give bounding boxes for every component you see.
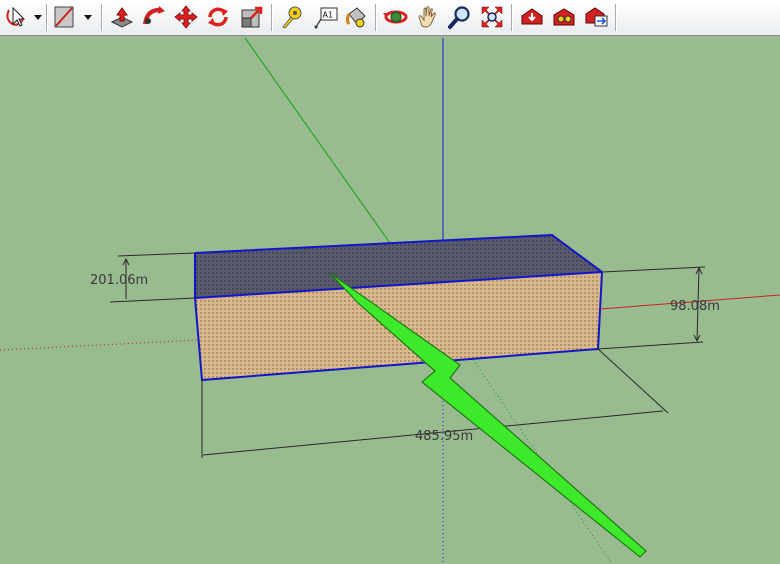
move-tool-button[interactable] (172, 3, 200, 31)
scale-icon (239, 4, 265, 30)
text-tool-label: A1 (323, 11, 334, 20)
viewport-canvas[interactable]: 201.06m 98.08m 485.95m (0, 36, 780, 564)
tape-measure-tool-button[interactable] (278, 3, 306, 31)
green-axis-dotted (461, 342, 613, 564)
red-axis-dotted (0, 339, 201, 351)
rectangle-eraser-icon (52, 4, 98, 30)
rotate-icon (205, 4, 231, 30)
zoom-extents-tool-button[interactable] (478, 3, 506, 31)
warehouse-icon (519, 4, 545, 30)
hand-icon (415, 4, 441, 30)
scale-tool-button[interactable] (238, 3, 266, 31)
magnifier-icon (447, 4, 473, 30)
follow-me-tool-button[interactable] (140, 3, 168, 31)
dimension-length-label[interactable]: 485.95m (415, 429, 473, 444)
push-pull-tool-button[interactable] (108, 3, 136, 31)
zoom-tool-button[interactable] (446, 3, 474, 31)
green-axis-solid (244, 37, 393, 247)
paint-bucket-icon (343, 4, 369, 30)
share-model-icon (583, 4, 609, 30)
modeling-viewport[interactable]: 201.06m 98.08m 485.95m (0, 36, 780, 564)
tape-measure-icon (279, 4, 305, 30)
get-models-tool-button[interactable] (518, 3, 546, 31)
eraser-tool-button[interactable] (52, 3, 98, 31)
move-arrows-icon (173, 4, 199, 30)
orbit-tool-button[interactable] (382, 3, 410, 31)
orbit-icon (383, 4, 409, 30)
share-model-tool-button[interactable] (582, 3, 610, 31)
components-tool-button[interactable] (550, 3, 578, 31)
follow-me-icon (141, 4, 167, 30)
select-tool-button[interactable] (2, 3, 44, 31)
text-tool-button[interactable]: A1 (312, 3, 340, 31)
dimension-height-right-label[interactable]: 98.08m (670, 299, 720, 314)
main-toolbar: A1 (0, 0, 780, 36)
text-label-icon: A1 (313, 4, 339, 30)
zoom-extents-icon (479, 4, 505, 30)
rotate-tool-button[interactable] (204, 3, 232, 31)
paint-bucket-tool-button[interactable] (342, 3, 370, 31)
pan-tool-button[interactable] (414, 3, 442, 31)
components-icon (551, 4, 577, 30)
lasso-arrow-icon (3, 4, 43, 30)
push-pull-icon (109, 4, 135, 30)
dimension-height-left-label[interactable]: 201.06m (90, 273, 148, 288)
